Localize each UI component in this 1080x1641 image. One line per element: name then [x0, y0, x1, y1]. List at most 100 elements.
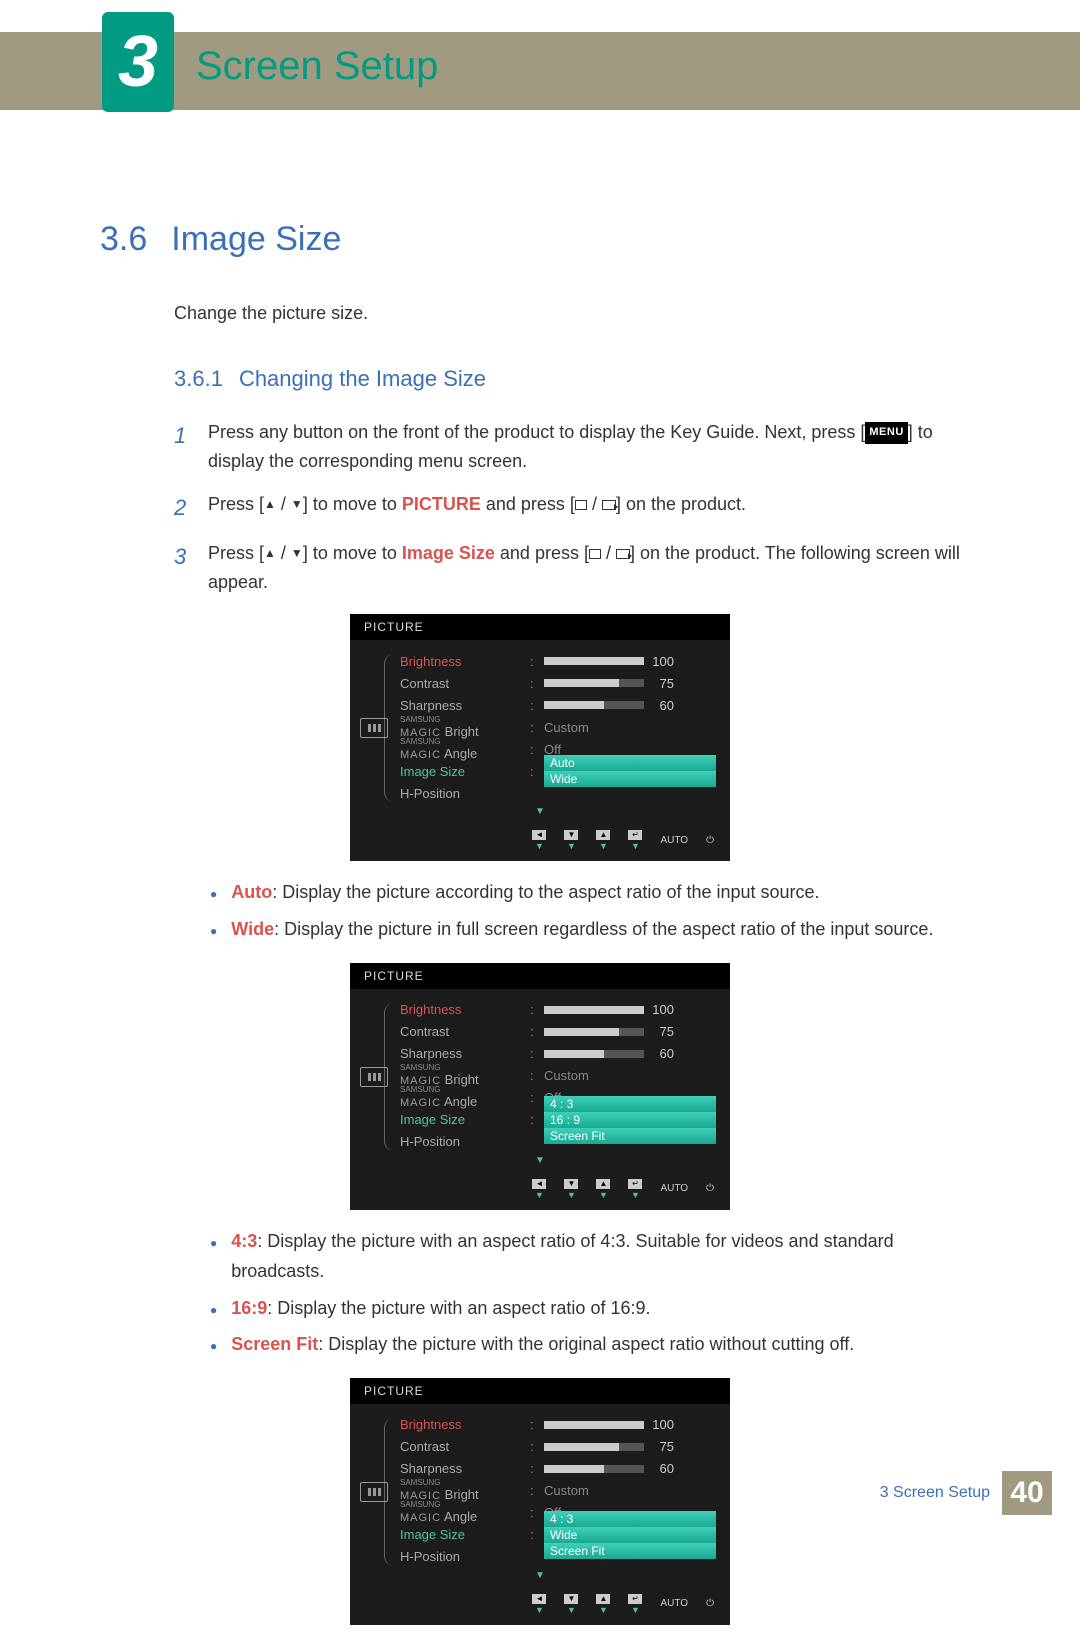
- rect-icon: [589, 549, 601, 559]
- bullet-screenfit: ●Screen Fit: Display the picture with th…: [210, 1329, 980, 1360]
- osd-sharpness-label: Sharpness: [400, 698, 530, 713]
- rect-icon: [575, 500, 587, 510]
- contrast-value: 75: [644, 676, 674, 691]
- osd-title: PICTURE: [350, 1378, 730, 1404]
- bullet-text: : Display the picture with an aspect rat…: [267, 1298, 650, 1318]
- osd-image-size-selection: AutoWide: [544, 755, 716, 787]
- contrast-value: 75: [644, 1024, 674, 1039]
- bullet-text: : Display the picture with the original …: [318, 1334, 854, 1354]
- sel-43: 4 : 3: [544, 1511, 716, 1527]
- osd-magic-bright-label: SAMSUNGMAGIC Bright: [400, 1479, 530, 1502]
- osd-brightness-label: Brightness: [400, 654, 530, 669]
- osd-contrast-label: Contrast: [400, 676, 530, 691]
- sel-screenfit: Screen Fit: [544, 1128, 716, 1144]
- brightness-value: 100: [644, 1002, 674, 1017]
- footer-page-number: 40: [1002, 1471, 1052, 1515]
- sel-auto: Auto: [544, 755, 716, 771]
- power-icon: ⏻: [706, 1183, 714, 1194]
- sharpness-bar: [544, 1050, 644, 1058]
- magic-bright-value: Custom: [544, 1483, 716, 1498]
- osd-image-size-selection: 4 : 3WideScreen Fit: [544, 1511, 716, 1559]
- auto-button: AUTO: [660, 1598, 688, 1609]
- enter-icon: [616, 549, 630, 559]
- content: 3.6 Image Size Change the picture size. …: [100, 190, 980, 1641]
- text: ] on the product.: [616, 494, 746, 514]
- contrast-value: 75: [644, 1439, 674, 1454]
- down-icon: ▼▼: [564, 1593, 578, 1615]
- text: Press [: [208, 543, 264, 563]
- step-2: 2 Press [▲ / ▼] to move to PICTURE and p…: [174, 490, 980, 525]
- step-body: Press [▲ / ▼] to move to PICTURE and pre…: [208, 490, 980, 525]
- enter-icon: ↵▼: [628, 1593, 642, 1615]
- menu-button-icon: MENU: [865, 422, 907, 444]
- sharpness-bar: [544, 701, 644, 709]
- sel-43: 4 : 3: [544, 1096, 716, 1112]
- chapter-badge: 3: [102, 12, 174, 112]
- osd-screenshot-2: PICTURE Brightness:100 Contrast:75 Sharp…: [350, 963, 730, 1210]
- osd-footer: ◄▼ ▼▼ ▲▼ ↵▼ AUTO ⏻: [350, 823, 730, 861]
- osd-magic-angle-label: SAMSUNGMAGIC Angle: [400, 1501, 530, 1524]
- magic-bright-value: Custom: [544, 720, 716, 735]
- osd-magic-bright-label: SAMSUNGMAGIC Bright: [400, 716, 530, 739]
- sharpness-bar: [544, 1465, 644, 1473]
- osd-image-size-label: Image Size: [400, 1527, 530, 1542]
- bullet-auto: ●Auto: Display the picture according to …: [210, 877, 980, 908]
- up-icon: ▲▼: [596, 1593, 610, 1615]
- osd-scroll-indicator: ▼: [350, 1155, 730, 1166]
- sharpness-value: 60: [644, 1461, 674, 1476]
- steps-list: 1 Press any button on the front of the p…: [174, 418, 980, 596]
- sel-wide: Wide: [544, 771, 716, 787]
- text: Press any button on the front of the pro…: [208, 422, 865, 442]
- brightness-bar: [544, 1006, 644, 1014]
- bullet-text: : Display the picture with an aspect rat…: [231, 1231, 893, 1282]
- step-number: 2: [174, 490, 192, 525]
- bullet-list-1: ●Auto: Display the picture according to …: [210, 877, 980, 944]
- bullet-key: Wide: [231, 919, 274, 939]
- text: ] to move to: [303, 543, 402, 563]
- osd-title: PICTURE: [350, 963, 730, 989]
- osd-contrast-label: Contrast: [400, 1439, 530, 1454]
- osd-footer: ◄▼ ▼▼ ▲▼ ↵▼ AUTO ⏻: [350, 1587, 730, 1625]
- brightness-value: 100: [644, 1417, 674, 1432]
- bullet-key: Auto: [231, 882, 272, 902]
- osd-sharpness-label: Sharpness: [400, 1046, 530, 1061]
- sharpness-value: 60: [644, 698, 674, 713]
- osd-magic-bright-label: SAMSUNGMAGIC Bright: [400, 1064, 530, 1087]
- bullet-list-2: ●4:3: Display the picture with an aspect…: [210, 1226, 980, 1360]
- target-bold: Image Size: [402, 543, 495, 563]
- sel-169: 16 : 9: [544, 1112, 716, 1128]
- step-1: 1 Press any button on the front of the p…: [174, 418, 980, 476]
- bullet-key: 16:9: [231, 1298, 267, 1318]
- step-3: 3 Press [▲ / ▼] to move to Image Size an…: [174, 539, 980, 597]
- down-icon: ▼▼: [564, 829, 578, 851]
- target-bold: PICTURE: [402, 494, 481, 514]
- osd-image-size-label: Image Size: [400, 764, 530, 779]
- osd-screenshot-1: PICTURE Brightness:100 Contrast:75 Sharp…: [350, 614, 730, 861]
- osd-category-icon: [360, 718, 388, 738]
- bullet-text: : Display the picture in full screen reg…: [274, 919, 933, 939]
- up-icon: ▲▼: [596, 829, 610, 851]
- sel-screenfit: Screen Fit: [544, 1543, 716, 1559]
- osd-category-icon: [360, 1482, 388, 1502]
- text: Press [: [208, 494, 264, 514]
- section-number: 3.6: [100, 220, 147, 259]
- sharpness-value: 60: [644, 1046, 674, 1061]
- osd-image-size-label: Image Size: [400, 1112, 530, 1127]
- left-icon: ◄▼: [532, 829, 546, 851]
- enter-icon: ↵▼: [628, 829, 642, 851]
- enter-icon: [602, 500, 616, 510]
- subsection-title: Changing the Image Size: [239, 366, 486, 392]
- down-triangle-icon: ▼: [291, 544, 303, 563]
- osd-sharpness-label: Sharpness: [400, 1461, 530, 1476]
- osd-image-size-selection: 4 : 316 : 9Screen Fit: [544, 1096, 716, 1144]
- auto-button: AUTO: [660, 835, 688, 846]
- osd-hposition-label: H-Position: [400, 786, 530, 801]
- osd-category-icon: [360, 1067, 388, 1087]
- section-title: Image Size: [171, 220, 341, 259]
- step-number: 3: [174, 539, 192, 597]
- brightness-bar: [544, 1421, 644, 1429]
- power-icon: ⏻: [706, 1598, 714, 1609]
- contrast-bar: [544, 1028, 644, 1036]
- brightness-value: 100: [644, 654, 674, 669]
- bullet-43: ●4:3: Display the picture with an aspect…: [210, 1226, 980, 1287]
